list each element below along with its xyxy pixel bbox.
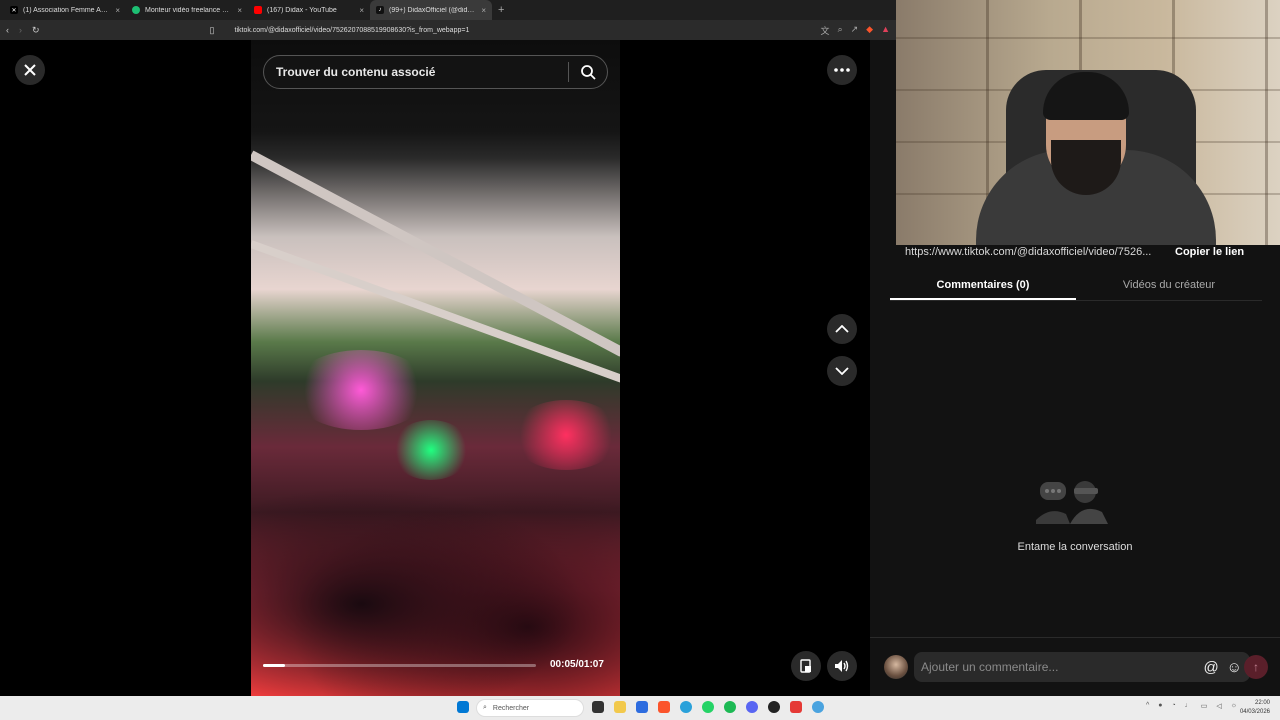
bookmark-icon[interactable]: ▯ bbox=[210, 25, 215, 36]
conversation-illustration-icon bbox=[1036, 481, 1108, 524]
close-tab-icon[interactable]: × bbox=[237, 6, 242, 15]
new-tab-button[interactable]: + bbox=[498, 4, 504, 16]
reload-icon[interactable]: ↻ bbox=[32, 25, 40, 36]
obs-icon[interactable] bbox=[768, 701, 780, 713]
volume-icon[interactable]: ◁ bbox=[1216, 702, 1221, 710]
video-progress-bar[interactable] bbox=[263, 664, 536, 667]
discord-icon[interactable] bbox=[746, 701, 758, 713]
share-icon[interactable]: ↗ bbox=[851, 24, 859, 37]
x-logo-icon: ✕ bbox=[10, 6, 18, 14]
taskbar-search[interactable]: ⌕ Rechercher bbox=[476, 699, 584, 717]
more-options-button[interactable] bbox=[827, 55, 857, 85]
webcam-overlay bbox=[896, 0, 1280, 245]
empty-comments-state: Entame la conversation bbox=[980, 478, 1170, 553]
video-time: 00:05/01:07 bbox=[550, 659, 604, 670]
tab-creator-videos[interactable]: Vidéos du créateur bbox=[1076, 270, 1262, 300]
network-icon[interactable]: ● bbox=[1158, 702, 1162, 710]
microphone-icon[interactable]: ♩ bbox=[1185, 702, 1192, 710]
next-video-button[interactable] bbox=[827, 356, 857, 386]
send-comment-button[interactable]: ↑ bbox=[1244, 655, 1268, 679]
youtube-icon bbox=[254, 6, 262, 14]
freelance-icon bbox=[132, 6, 140, 14]
share-link-url: https://www.tiktok.com/@didaxofficiel/vi… bbox=[905, 246, 1152, 258]
search-icon: ⌕ bbox=[483, 704, 487, 711]
zoom-icon[interactable]: ⌕ bbox=[838, 24, 843, 37]
windows-taskbar: ⌕ Rechercher ^ ● ◔ ♩ ▭ ◁ ☼ 22:00 04/03/2… bbox=[0, 696, 1280, 720]
chevron-down-icon bbox=[835, 367, 849, 375]
browser-tab[interactable]: ✕ (1) Association Femme Azadi sur X - × bbox=[4, 0, 126, 20]
close-button[interactable] bbox=[15, 55, 45, 85]
file-explorer-icon[interactable] bbox=[614, 701, 626, 713]
comments-tabs: Commentaires (0) Vidéos du créateur bbox=[890, 270, 1262, 301]
copy-link-button[interactable]: Copier le lien bbox=[1175, 246, 1244, 258]
comment-input[interactable]: Ajouter un commentaire... bbox=[921, 660, 1203, 674]
system-tray: ^ ● ◔ ♩ ▭ ◁ ☼ bbox=[1146, 702, 1237, 710]
ellipsis-icon bbox=[834, 68, 850, 72]
tab-title: (167) Didax - YouTube bbox=[267, 6, 337, 14]
app-icon[interactable] bbox=[790, 701, 802, 713]
empty-comments-message: Entame la conversation bbox=[1017, 541, 1133, 553]
forward-icon[interactable]: › bbox=[19, 25, 22, 35]
tiktok-icon: ♪ bbox=[376, 6, 384, 14]
task-view-icon[interactable] bbox=[592, 701, 604, 713]
search-input[interactable]: Trouver du contenu associé bbox=[276, 65, 568, 79]
clock-date: 04/03/2026 bbox=[1239, 709, 1270, 715]
floating-player-button[interactable] bbox=[791, 651, 821, 681]
tab-title: (99+) DidaxOfficiel (@didaxoffi bbox=[389, 6, 477, 14]
comment-composer: Ajouter un commentaire... @ ☺ ↑ bbox=[870, 637, 1280, 696]
close-tab-icon[interactable]: × bbox=[115, 6, 120, 15]
arrow-up-icon: ↑ bbox=[1253, 660, 1259, 674]
brave-icon[interactable] bbox=[658, 701, 670, 713]
chevron-up-icon bbox=[835, 325, 849, 333]
close-tab-icon[interactable]: × bbox=[481, 6, 486, 15]
tab-title: (1) Association Femme Azadi sur X - bbox=[23, 6, 110, 14]
close-icon bbox=[24, 64, 36, 76]
edge-icon[interactable] bbox=[812, 701, 824, 713]
translate-icon[interactable]: 文 bbox=[821, 24, 830, 37]
close-tab-icon[interactable]: × bbox=[359, 6, 364, 15]
mention-icon[interactable]: @ bbox=[1203, 659, 1218, 676]
back-icon[interactable]: ‹ bbox=[6, 25, 9, 35]
video-player[interactable] bbox=[251, 40, 620, 696]
wifi-icon[interactable]: ◔ bbox=[1172, 702, 1176, 710]
brightness-icon[interactable]: ☼ bbox=[1231, 702, 1237, 710]
previous-video-button[interactable] bbox=[827, 314, 857, 344]
video-frame-detail bbox=[291, 350, 431, 430]
rewards-icon[interactable]: ▲ bbox=[881, 24, 890, 37]
emoji-icon[interactable]: ☺ bbox=[1227, 659, 1242, 676]
chevron-up-icon[interactable]: ^ bbox=[1146, 702, 1149, 710]
start-icon[interactable] bbox=[457, 701, 469, 713]
url-text[interactable]: tiktok.com/@didaxofficiel/video/75262070… bbox=[235, 27, 470, 34]
brave-shield-icon[interactable]: ◆ bbox=[866, 24, 873, 37]
search-icon[interactable] bbox=[569, 55, 607, 89]
whatsapp-icon[interactable] bbox=[702, 701, 714, 713]
taskbar-search-label: Rechercher bbox=[492, 704, 530, 712]
pip-icon bbox=[800, 659, 811, 673]
related-search-bar[interactable]: Trouver du contenu associé bbox=[263, 55, 608, 89]
telegram-icon[interactable] bbox=[680, 701, 692, 713]
share-link-row: https://www.tiktok.com/@didaxofficiel/vi… bbox=[896, 245, 1280, 259]
store-icon[interactable] bbox=[636, 701, 648, 713]
comment-field[interactable]: Ajouter un commentaire... @ ☺ bbox=[914, 652, 1250, 682]
browser-tab[interactable]: Monteur vidéo freelance à engager - × bbox=[126, 0, 248, 20]
browser-tab[interactable]: (167) Didax - YouTube × bbox=[248, 0, 370, 20]
browser-tab-active[interactable]: ♪ (99+) DidaxOfficiel (@didaxoffi × bbox=[370, 0, 492, 20]
speaker-icon bbox=[835, 660, 849, 672]
spotify-icon[interactable] bbox=[724, 701, 736, 713]
video-frame-detail bbox=[251, 150, 620, 357]
clock-time: 22:00 bbox=[1254, 700, 1270, 706]
tab-title: Monteur vidéo freelance à engager - bbox=[145, 6, 232, 14]
taskbar-clock[interactable]: 22:00 04/03/2026 bbox=[1240, 699, 1270, 717]
video-frame-detail bbox=[511, 400, 620, 470]
avatar bbox=[884, 655, 908, 679]
volume-button[interactable] bbox=[827, 651, 857, 681]
tab-comments[interactable]: Commentaires (0) bbox=[890, 270, 1076, 300]
battery-icon[interactable]: ▭ bbox=[1201, 702, 1208, 710]
progress-fill bbox=[263, 664, 285, 667]
